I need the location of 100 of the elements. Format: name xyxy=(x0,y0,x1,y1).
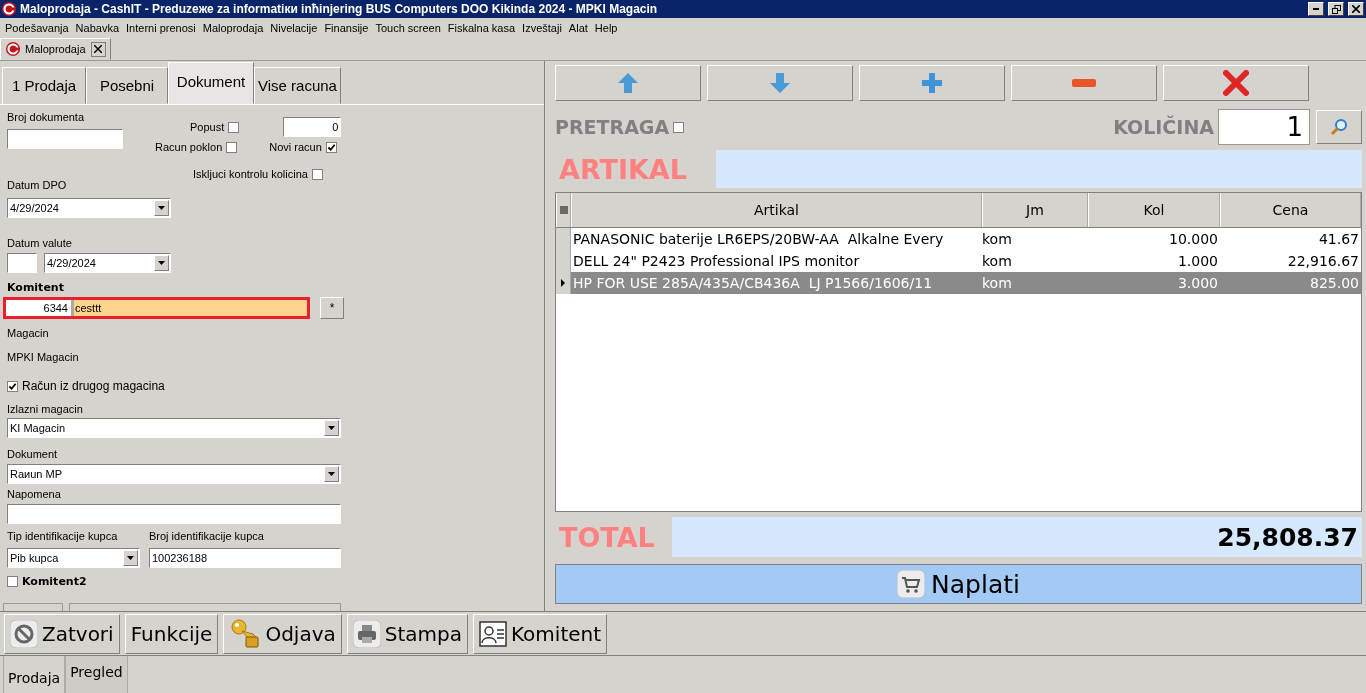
toolbar-button[interactable] xyxy=(1163,65,1309,101)
menu-item[interactable]: Alat xyxy=(568,22,588,34)
toolbar-button[interactable] xyxy=(555,65,701,101)
down-arrow-icon xyxy=(769,72,791,94)
checkbox-label: Komitent2 xyxy=(22,575,87,588)
checkbox[interactable] xyxy=(7,576,18,587)
no-entry-icon xyxy=(10,619,38,648)
toolbar-button[interactable]: Odjava xyxy=(223,613,342,654)
tab[interactable]: Pregled xyxy=(65,656,128,693)
printer-icon xyxy=(352,619,381,648)
minus-icon xyxy=(1072,79,1096,87)
field-label: Datum valute xyxy=(7,237,73,249)
columns-icon xyxy=(559,205,568,215)
window-title: Maloprodaja - CashIT - Preduzeже za informatiки inћinjering BUS Computers DOO Kikinda 2024 - MPKI Magacin xyxy=(20,2,659,16)
menu-item[interactable]: Touch screen xyxy=(375,22,441,34)
menu-item[interactable]: Interni prenosi xyxy=(126,22,196,34)
field-label: Komitent xyxy=(7,281,65,294)
tab[interactable]: Dokument xyxy=(168,62,254,104)
close-icon xyxy=(94,45,103,53)
tab[interactable]: Posebni xyxy=(86,67,168,104)
toolbar-button[interactable] xyxy=(859,65,1005,101)
column-header[interactable]: Artikal xyxy=(571,193,982,227)
toolbar-button[interactable]: Zatvori xyxy=(4,613,120,654)
checkbox[interactable] xyxy=(228,121,240,133)
row-pointer-icon xyxy=(561,279,565,287)
date-picker[interactable]: 4/29/2024 xyxy=(7,198,171,218)
menu-item[interactable]: Fiskalna kasa xyxy=(447,22,516,34)
document-tab[interactable]: Maloprodaja xyxy=(0,38,111,60)
dropdown-button[interactable] xyxy=(324,420,339,436)
field-label: Tip identifikacije kupca xyxy=(7,530,119,542)
toolbar-button[interactable]: Funkcije xyxy=(124,613,219,654)
client-field[interactable]: 6344 cesttt xyxy=(3,297,310,319)
dropdown-button[interactable] xyxy=(123,550,138,566)
up-arrow-icon xyxy=(617,72,639,94)
checkbox[interactable] xyxy=(325,141,337,153)
table-row[interactable]: PANASONIC baterije LR6EPS/20BW-AA Alkalne Every kom 10.000 41.67 xyxy=(556,228,1361,250)
dropdown[interactable]: Raиun MP xyxy=(7,464,341,484)
pay-button[interactable]: Naplati xyxy=(555,564,1362,604)
app-logo-icon xyxy=(2,2,16,16)
toolbar-button[interactable]: Stampa xyxy=(346,613,468,654)
dropdown[interactable]: KI Magacin xyxy=(7,418,341,438)
column-header[interactable]: Cena xyxy=(1220,193,1361,227)
checkbox-label: Racun poklon xyxy=(155,141,223,153)
menu-item[interactable]: Izveštaji xyxy=(522,22,562,34)
search-label: PRETRAGA xyxy=(555,116,670,138)
quantity-field[interactable]: 1 xyxy=(1218,109,1310,145)
input-field[interactable]: 100236188 xyxy=(149,548,341,568)
asterisk-button[interactable]: * xyxy=(320,297,344,319)
dropdown-button[interactable] xyxy=(324,466,339,482)
input-field[interactable] xyxy=(7,129,123,149)
warehouse-name: MPKI Magacin xyxy=(7,351,80,363)
tab[interactable]: Vise racuna xyxy=(254,67,341,104)
checkbox[interactable] xyxy=(7,380,18,392)
restore-button[interactable] xyxy=(1328,2,1344,16)
close-icon xyxy=(1223,70,1249,96)
table-row[interactable]: DELL 24" P2423 Professional IPS monitor kom 1.000 22,916.67 xyxy=(556,250,1361,272)
menu-item[interactable]: Maloprodaja xyxy=(202,22,264,34)
tab[interactable]: Prodaja xyxy=(3,656,66,693)
dropdown[interactable]: Pib kupca xyxy=(7,548,140,568)
column-header[interactable]: Kol xyxy=(1088,193,1220,227)
article-field[interactable] xyxy=(716,150,1362,188)
caret-icon xyxy=(127,556,134,560)
close-button[interactable] xyxy=(1348,2,1364,16)
toolbar-button[interactable] xyxy=(707,65,853,101)
field-label: Dokument xyxy=(7,448,59,460)
menu-item[interactable]: Finansije xyxy=(324,22,369,34)
column-header[interactable]: Jm xyxy=(982,193,1088,227)
date-picker[interactable]: 4/29/2024 xyxy=(44,253,171,273)
dropdown-button[interactable] xyxy=(154,255,169,271)
menu-item[interactable]: Help xyxy=(594,22,618,34)
checkbox[interactable] xyxy=(673,121,685,133)
dropdown-button[interactable] xyxy=(154,200,169,216)
article-label: ARTIKAL xyxy=(558,153,688,185)
input-field[interactable] xyxy=(7,504,341,524)
menu-item[interactable]: Nivelacije xyxy=(270,22,318,34)
menu-item[interactable]: Nabavka xyxy=(75,22,120,34)
restore-icon xyxy=(1331,4,1341,14)
total-label: TOTAL xyxy=(558,521,656,553)
toolbar-button[interactable]: Komitent xyxy=(473,613,608,654)
checkbox-label: Račun iz drugog magacina xyxy=(22,379,165,393)
caret-icon xyxy=(328,426,335,430)
field-label: Napomena xyxy=(7,488,62,500)
contact-card-icon xyxy=(479,620,507,647)
field-label: Magacin xyxy=(7,327,50,339)
menu-item[interactable]: Podešavanja xyxy=(5,22,69,34)
caret-icon xyxy=(158,206,165,210)
input-field[interactable]: 0 xyxy=(283,117,342,137)
minimize-button[interactable] xyxy=(1308,2,1324,16)
field-label: Datum DPO xyxy=(7,179,68,191)
checkbox-label: Iskljuci kontrolu kolicina xyxy=(193,168,308,180)
input-field[interactable] xyxy=(7,253,37,273)
tab[interactable]: 1 Prodaja xyxy=(2,67,86,104)
search-button[interactable] xyxy=(1316,110,1362,144)
checkbox[interactable] xyxy=(311,168,323,180)
key-icon xyxy=(229,617,262,650)
checkbox[interactable] xyxy=(226,141,238,153)
quantity-label: KOLIČINA xyxy=(1113,116,1214,138)
toolbar-button[interactable] xyxy=(1011,65,1157,101)
field-label: Broj identifikacije kupca xyxy=(149,530,265,542)
close-icon xyxy=(1352,5,1360,13)
